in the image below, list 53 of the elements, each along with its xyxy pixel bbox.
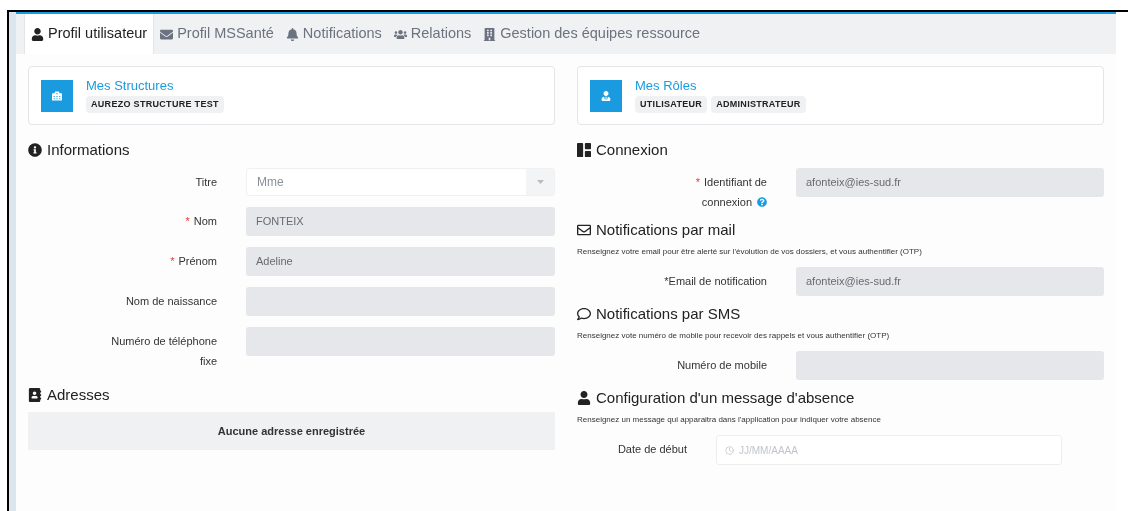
section-title: Adresses xyxy=(47,384,110,405)
section-title: Configuration d'un message d'absence xyxy=(596,387,855,408)
input-field[interactable]: afonteix@ies-sud.fr xyxy=(796,267,1104,296)
tab[interactable]: Profil MSSanté xyxy=(154,14,280,54)
field-label: *Email de notification xyxy=(664,274,767,289)
card-title: Mes Rôles xyxy=(635,77,698,94)
card-title: Mes Structures xyxy=(86,77,175,94)
building-icon xyxy=(41,79,73,112)
section-description: Renseignez vote numéro de mobile pour recevoir des rappels et vous authentifier (OTP) xyxy=(577,330,891,342)
section-description: Renseignez un message qui apparaitra dans l'application pour indiquer votre absence xyxy=(577,414,882,426)
building-icon xyxy=(483,27,497,41)
input-field[interactable]: FONTEIX xyxy=(246,207,555,236)
field-label: Nom de naissance xyxy=(125,294,217,309)
field-label: * Prénom xyxy=(170,254,217,269)
field-label: Numéro de mobile xyxy=(677,358,767,373)
section-title: Connexion xyxy=(596,139,668,160)
user-icon xyxy=(590,79,622,112)
caret-icon xyxy=(536,180,544,184)
help-icon[interactable] xyxy=(757,197,767,207)
tab[interactable]: Gestion des équipes ressource xyxy=(477,14,707,54)
clock-icon xyxy=(725,445,734,455)
user-icon xyxy=(31,27,44,41)
section-title: Notifications par SMS xyxy=(596,303,741,324)
field-label: Numéro de téléphone fixe xyxy=(110,334,217,369)
users-icon xyxy=(393,27,407,41)
section-description: Renseignez votre email pour être alerté sur l'évolution de vos dossiers, et vous authentifier (OTP) xyxy=(577,246,923,258)
badge: AUREZO STRUCTURE TEST xyxy=(86,95,224,114)
tab[interactable]: Notifications xyxy=(279,14,388,54)
bell-icon xyxy=(285,27,299,41)
field-label: Titre xyxy=(195,175,217,190)
grid-icon xyxy=(577,143,591,157)
envelope-icon xyxy=(160,27,174,41)
section-title: Informations xyxy=(47,139,130,160)
tab[interactable]: Relations xyxy=(387,14,478,54)
user-icon xyxy=(577,391,591,405)
title-select[interactable]: Mme xyxy=(246,168,555,196)
address-book-icon xyxy=(28,388,42,402)
input-field[interactable]: afonteix@ies-sud.fr xyxy=(796,168,1104,197)
speech-bubble-icon xyxy=(577,307,591,321)
input-field[interactable] xyxy=(246,287,555,316)
envelope-icon xyxy=(577,223,591,237)
input-field[interactable] xyxy=(796,351,1104,380)
empty-message: Aucune adresse enregistrée xyxy=(28,412,555,450)
badge: ADMINISTRATEUR xyxy=(711,95,806,114)
field-label: * Identifiant de connexion xyxy=(694,175,767,210)
field-label: * Nom xyxy=(185,214,217,229)
tab[interactable]: Profil utilisateur xyxy=(24,14,155,54)
info-icon xyxy=(28,143,42,157)
input-field[interactable] xyxy=(246,327,555,356)
input-field[interactable]: Adeline xyxy=(246,247,555,276)
field-label: Date de début xyxy=(617,442,687,457)
section-title: Notifications par mail xyxy=(596,219,736,240)
badge: UTILISATEUR xyxy=(635,95,708,114)
